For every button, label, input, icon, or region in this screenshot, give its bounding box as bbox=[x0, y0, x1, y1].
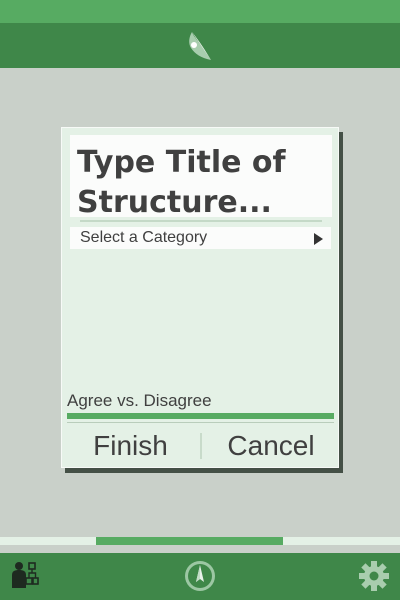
cancel-button[interactable]: Cancel bbox=[202, 426, 340, 466]
triangle-right-icon bbox=[314, 233, 323, 245]
title-text: Type Title of Structure... bbox=[77, 145, 286, 220]
structure-icon[interactable] bbox=[11, 561, 39, 589]
category-select[interactable]: Select a Category bbox=[70, 227, 331, 249]
divider bbox=[67, 422, 334, 423]
agree-disagree-bar[interactable] bbox=[67, 413, 334, 419]
finish-button[interactable]: Finish bbox=[62, 426, 199, 466]
category-label: Select a Category bbox=[80, 229, 208, 246]
compass-icon[interactable] bbox=[184, 560, 216, 592]
structure-dialog: Type Title of Structure... Select a Cate… bbox=[61, 127, 339, 468]
tab-indicator bbox=[96, 537, 283, 545]
leaf-logo-icon bbox=[189, 32, 211, 60]
agree-disagree-label: Agree vs. Disagree bbox=[67, 391, 212, 410]
title-input[interactable]: Type Title of Structure... bbox=[70, 135, 332, 220]
gear-icon[interactable] bbox=[358, 560, 390, 592]
divider bbox=[80, 220, 322, 222]
status-bar bbox=[0, 0, 400, 23]
